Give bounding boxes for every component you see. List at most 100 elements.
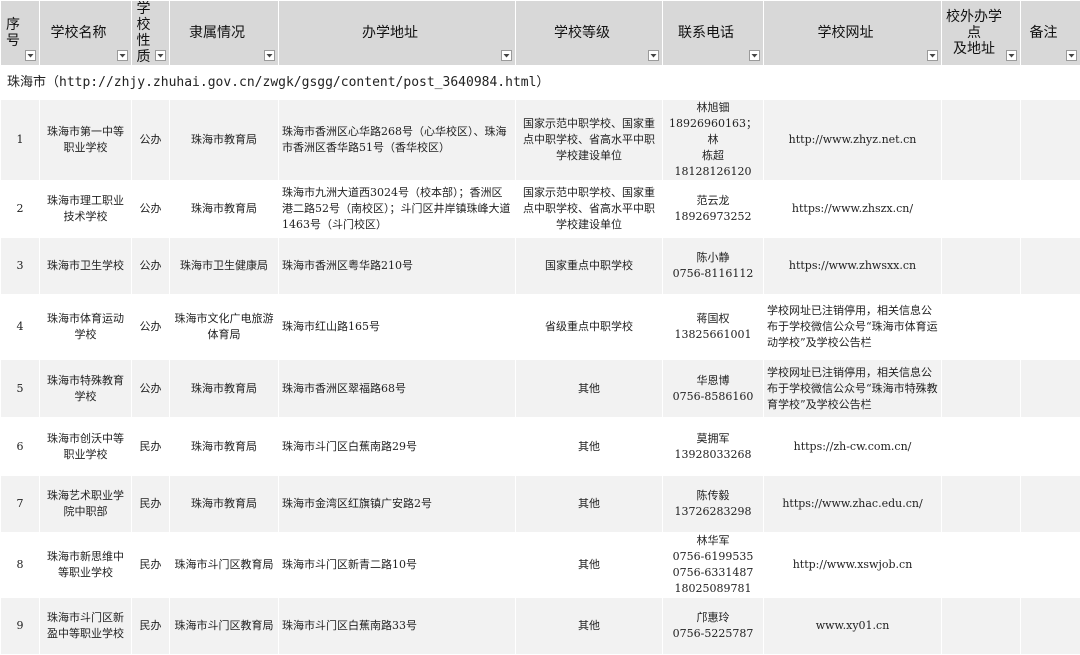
cell-name: 珠海艺术职业学院中职部 — [40, 476, 132, 533]
cell-offsite — [942, 181, 1021, 238]
column-header-no: 序号 — [1, 1, 40, 66]
cell-affiliation: 珠海市文化广电旅游体育局 — [170, 295, 279, 360]
phone-line: 林华军 — [666, 533, 760, 549]
column-header-label: 学校 — [135, 1, 166, 33]
cell-offsite — [942, 360, 1021, 418]
filter-dropdown-icon[interactable] — [25, 50, 36, 61]
cell-phone: 陈传毅13726283298 — [663, 476, 764, 533]
header-row: 序号学校名称学校性质隶属情况办学地址学校等级联系电话学校网址校外办学点及地址备注 — [1, 1, 1080, 66]
cell-name: 珠海市理工职业技术学校 — [40, 181, 132, 238]
filter-dropdown-icon[interactable] — [749, 50, 760, 61]
cell-phone: 蒋国权13825661001 — [663, 295, 764, 360]
cell-address: 珠海市金湾区红旗镇广安路2号 — [279, 476, 516, 533]
column-header-affiliation: 隶属情况 — [170, 1, 279, 66]
cell-level: 其他 — [516, 598, 663, 655]
cell-phone: 林旭钿18926960163；林栋超18128126120 — [663, 100, 764, 181]
cell-website: www.xy01.cn — [764, 598, 942, 655]
cell-nature: 民办 — [132, 418, 170, 476]
phone-line: 0756-6199535 — [666, 549, 760, 565]
phone-line: 邝惠玲 — [666, 610, 760, 626]
phone-line: 18926960163；林 — [666, 116, 760, 148]
table-row: 5珠海市特殊教育学校公办珠海市教育局珠海市香洲区翠福路68号其他华恩博0756-… — [1, 360, 1080, 418]
table-row: 1珠海市第一中等职业学校公办珠海市教育局珠海市香洲区心华路268号（心华校区）、… — [1, 100, 1080, 181]
cell-nature: 公办 — [132, 360, 170, 418]
cell-offsite — [942, 238, 1021, 295]
cell-no: 5 — [1, 360, 40, 418]
filter-dropdown-icon[interactable] — [927, 50, 938, 61]
cell-phone: 邝惠玲0756-5225787 — [663, 598, 764, 655]
cell-affiliation: 珠海市教育局 — [170, 100, 279, 181]
table-row: 2珠海市理工职业技术学校公办珠海市教育局珠海市九洲大道西3024号（校本部）；香… — [1, 181, 1080, 238]
section-label: 珠海市（http://zhjy.zhuhai.gov.cn/zwgk/gsgg/… — [1, 66, 1080, 100]
cell-affiliation: 珠海市教育局 — [170, 181, 279, 238]
filter-dropdown-icon[interactable] — [155, 50, 166, 61]
cell-level: 省级重点中职学校 — [516, 295, 663, 360]
cell-no: 3 — [1, 238, 40, 295]
cell-remark — [1021, 181, 1080, 238]
cell-no: 2 — [1, 181, 40, 238]
cell-address: 珠海市斗门区白蕉南路33号 — [279, 598, 516, 655]
cell-nature: 民办 — [132, 476, 170, 533]
cell-remark — [1021, 295, 1080, 360]
cell-offsite — [942, 100, 1021, 181]
column-header-address: 办学地址 — [279, 1, 516, 66]
cell-level: 国家重点中职学校 — [516, 238, 663, 295]
cell-offsite — [942, 533, 1021, 598]
column-header-offsite: 校外办学点及地址 — [942, 1, 1021, 66]
cell-affiliation: 珠海市教育局 — [170, 360, 279, 418]
cell-level: 国家示范中职学校、国家重点中职学校、省高水平中职学校建设单位 — [516, 100, 663, 181]
column-header-label: 学校网址 — [767, 25, 938, 41]
column-header-nature: 学校性质 — [132, 1, 170, 66]
cell-address: 珠海市九洲大道西3024号（校本部）；香洲区港二路52号（南校区）；斗门区井岸镇… — [279, 181, 516, 238]
column-header-label: 学校名称 — [43, 25, 128, 41]
phone-line: 栋超18128126120 — [666, 148, 760, 180]
cell-affiliation: 珠海市教育局 — [170, 418, 279, 476]
cell-address: 珠海市香洲区心华路268号（心华校区）、珠海市香洲区香华路51号（香华校区） — [279, 100, 516, 181]
cell-no: 6 — [1, 418, 40, 476]
table-row: 7珠海艺术职业学院中职部民办珠海市教育局珠海市金湾区红旗镇广安路2号其他陈传毅1… — [1, 476, 1080, 533]
cell-name: 珠海市体育运动学校 — [40, 295, 132, 360]
cell-affiliation: 珠海市教育局 — [170, 476, 279, 533]
cell-offsite — [942, 418, 1021, 476]
filter-dropdown-icon[interactable] — [1066, 50, 1077, 61]
column-header-remark: 备注 — [1021, 1, 1080, 66]
cell-nature: 公办 — [132, 238, 170, 295]
cell-offsite — [942, 476, 1021, 533]
phone-line: 0756-5225787 — [666, 626, 760, 642]
table-body: 珠海市（http://zhjy.zhuhai.gov.cn/zwgk/gsgg/… — [1, 66, 1080, 655]
cell-phone: 林华军0756-61995350756-633148718025089781 — [663, 533, 764, 598]
column-header-label: 校外办学点 — [945, 9, 1017, 41]
table-row: 4珠海市体育运动学校公办珠海市文化广电旅游体育局珠海市红山路165号省级重点中职… — [1, 295, 1080, 360]
cell-level: 国家示范中职学校、国家重点中职学校、省高水平中职学校建设单位 — [516, 181, 663, 238]
phone-line: 13825661001 — [666, 327, 760, 343]
cell-website: https://www.zhac.edu.cn/ — [764, 476, 942, 533]
filter-dropdown-icon[interactable] — [1006, 50, 1017, 61]
cell-affiliation: 珠海市斗门区教育局 — [170, 598, 279, 655]
cell-remark — [1021, 360, 1080, 418]
table-row: 3珠海市卫生学校公办珠海市卫生健康局珠海市香洲区粤华路210号国家重点中职学校陈… — [1, 238, 1080, 295]
column-header-label: 联系电话 — [666, 25, 760, 41]
column-header-phone: 联系电话 — [663, 1, 764, 66]
filter-dropdown-icon[interactable] — [501, 50, 512, 61]
cell-website: 学校网址已注销停用，相关信息公布于学校微信公众号“珠海市特殊教育学校”及学校公告… — [764, 360, 942, 418]
cell-nature: 民办 — [132, 533, 170, 598]
filter-dropdown-icon[interactable] — [648, 50, 659, 61]
cell-address: 珠海市香洲区粤华路210号 — [279, 238, 516, 295]
cell-nature: 公办 — [132, 100, 170, 181]
cell-nature: 公办 — [132, 181, 170, 238]
phone-line: 陈传毅 — [666, 488, 760, 504]
cell-affiliation: 珠海市斗门区教育局 — [170, 533, 279, 598]
section-row: 珠海市（http://zhjy.zhuhai.gov.cn/zwgk/gsgg/… — [1, 66, 1080, 100]
cell-no: 1 — [1, 100, 40, 181]
filter-dropdown-icon[interactable] — [117, 50, 128, 61]
cell-phone: 莫拥军13928033268 — [663, 418, 764, 476]
phone-line: 0756-6331487 — [666, 565, 760, 581]
phone-line: 林旭钿 — [666, 100, 760, 116]
cell-website: http://www.zhyz.net.cn — [764, 100, 942, 181]
cell-nature: 公办 — [132, 295, 170, 360]
cell-offsite — [942, 598, 1021, 655]
filter-dropdown-icon[interactable] — [264, 50, 275, 61]
cell-remark — [1021, 476, 1080, 533]
cell-remark — [1021, 238, 1080, 295]
phone-line: 18025089781 — [666, 581, 760, 597]
